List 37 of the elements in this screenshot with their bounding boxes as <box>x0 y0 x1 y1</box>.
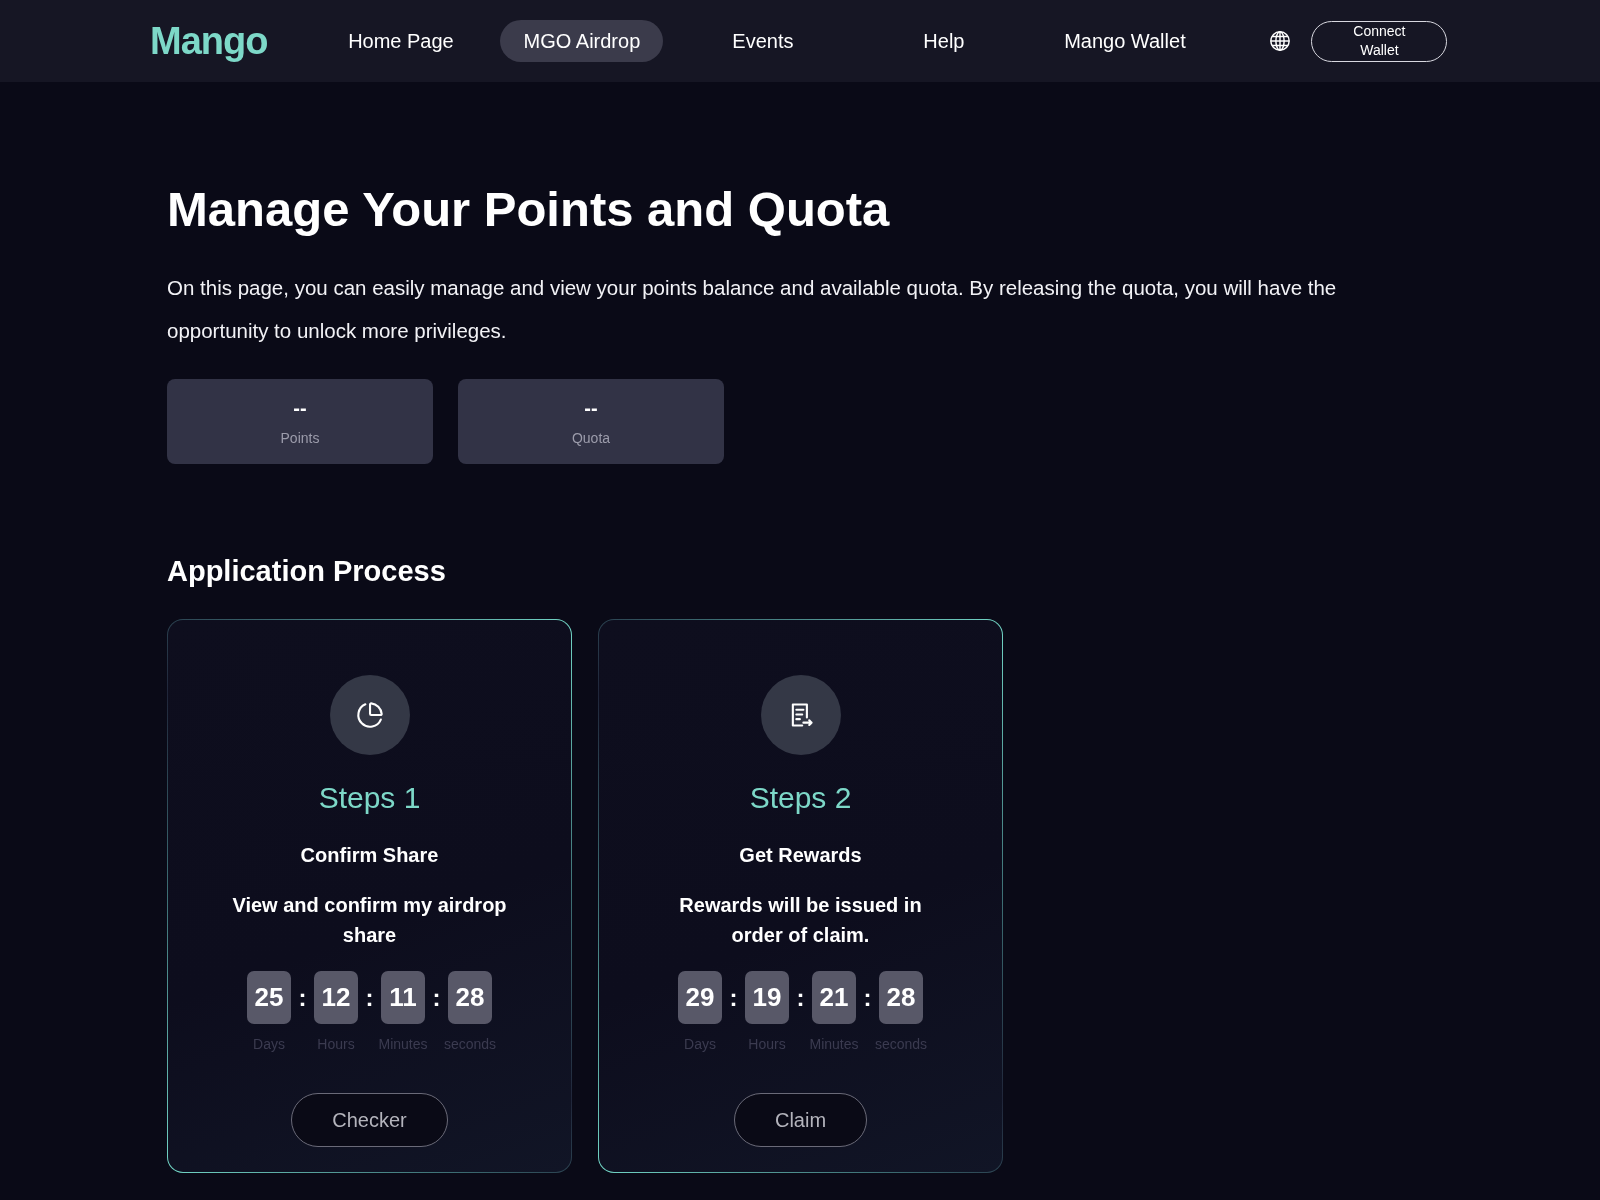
step-description: View and confirm my airdrop share <box>231 893 508 948</box>
nav-link[interactable]: Mango Wallet <box>1043 20 1207 62</box>
stat-label: Quota <box>571 430 611 446</box>
time-separator: : <box>297 982 308 1013</box>
countdown-digits: 28 <box>448 971 492 1024</box>
page-title: Manage Your Points and Quota <box>167 181 891 237</box>
step-action-button[interactable]: Claim <box>733 1093 868 1147</box>
stat-value: -- <box>293 397 307 419</box>
countdown-digits: 21 <box>812 971 856 1024</box>
logo[interactable]: Mango <box>150 19 270 63</box>
time-separator: : <box>364 982 375 1013</box>
nav-link[interactable]: Help <box>862 20 1026 62</box>
time-separator: : <box>431 982 442 1013</box>
step-description: Rewards will be issued in order of claim. <box>678 893 923 948</box>
countdown-digits: 28 <box>879 971 923 1024</box>
countdown-digits: 29 <box>678 971 722 1024</box>
step-title: Confirm Share <box>300 843 439 867</box>
countdown-digits: 25 <box>247 971 291 1024</box>
countdown-digits: 19 <box>745 971 789 1024</box>
nav-link[interactable]: Home Page <box>319 20 483 62</box>
countdown-digits: 12 <box>314 971 358 1024</box>
pie-chart-icon <box>329 675 410 755</box>
time-separator: : <box>728 982 739 1013</box>
step-title: Get Rewards <box>739 843 862 867</box>
nav-link[interactable]: Events <box>681 20 845 62</box>
step-number: Steps 1 <box>318 780 421 816</box>
stat-value: -- <box>584 397 598 419</box>
step-number: Steps 2 <box>749 780 852 816</box>
time-separator: : <box>862 982 873 1013</box>
page-description: On this page, you can easily manage and view your points balance and available quota. By releasing the quota, you will have the opportunity to unlock more privileges. <box>167 275 1338 344</box>
stat-label: Points <box>280 430 320 446</box>
step-action-button[interactable]: Checker <box>291 1093 448 1147</box>
globe-icon[interactable] <box>1269 30 1292 52</box>
section-heading: Application Process <box>167 554 447 589</box>
nav-link[interactable]: MGO Airdrop <box>500 20 664 62</box>
time-separator: : <box>795 982 806 1013</box>
countdown-digits: 11 <box>381 971 425 1024</box>
